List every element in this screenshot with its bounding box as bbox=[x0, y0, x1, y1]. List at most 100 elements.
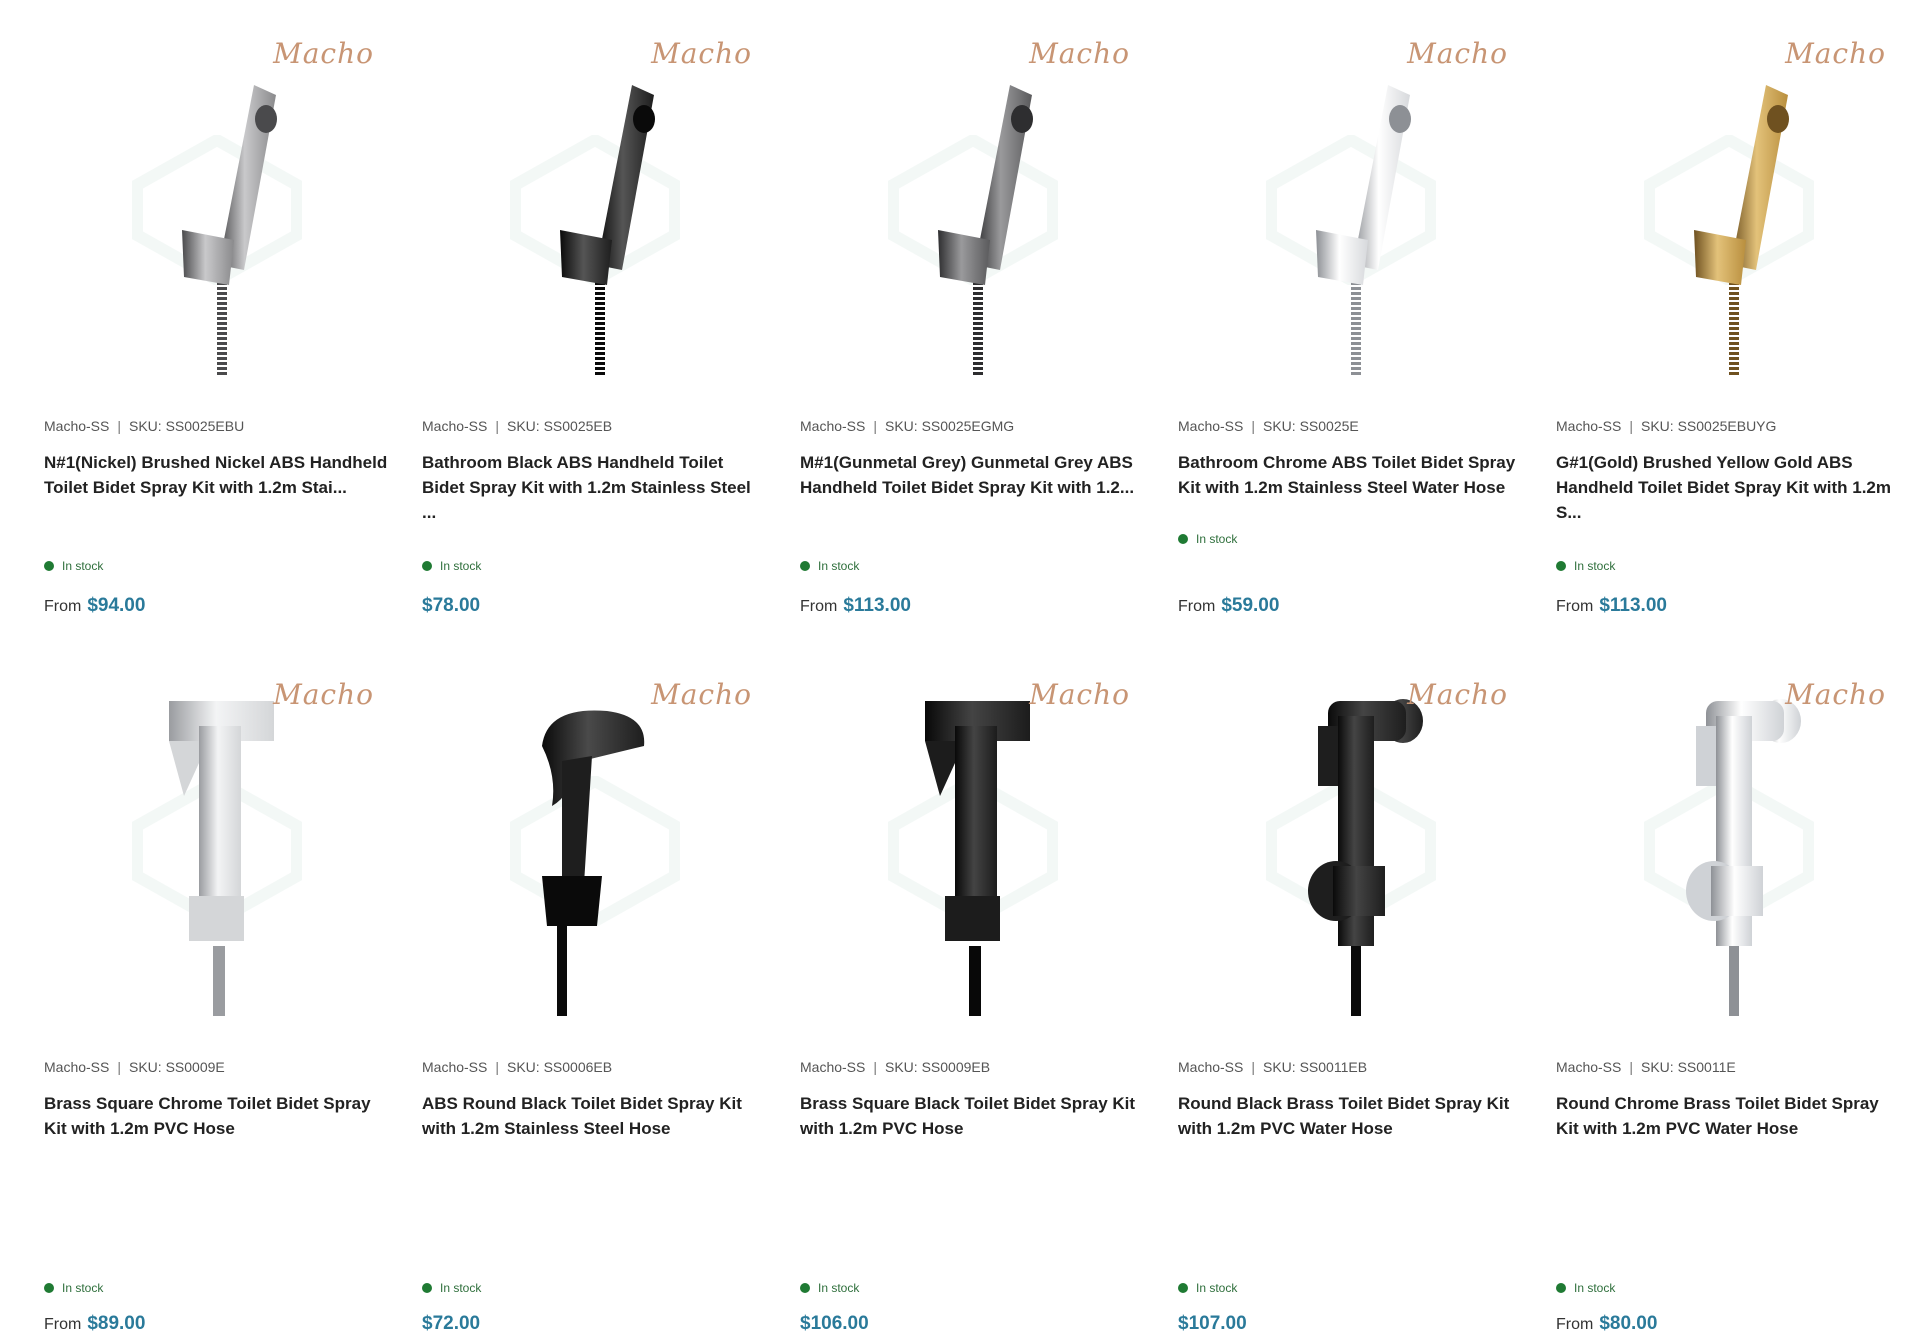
product-image[interactable] bbox=[44, 25, 384, 375]
product-card[interactable]: Macho Macho-SS | SKU: SS0025EBU N#1(Nickel) … bbox=[44, 25, 400, 625]
stock-dot-icon bbox=[44, 1283, 54, 1293]
product-meta: Macho-SS | SKU: SS0025EGMG bbox=[800, 418, 1014, 434]
product-image-box[interactable]: Macho bbox=[1556, 25, 1896, 375]
product-image[interactable] bbox=[1556, 666, 1896, 1016]
sku-value: SS0025EB bbox=[543, 418, 613, 434]
product-meta: Macho-SS | SKU: SS0009EB bbox=[800, 1059, 990, 1075]
product-image-box[interactable]: Macho bbox=[800, 25, 1140, 375]
sku-value: SS0025EBUYG bbox=[1677, 418, 1777, 434]
stock-status: In stock bbox=[1556, 559, 1615, 573]
product-image[interactable] bbox=[1178, 666, 1518, 1016]
price-from-label: From bbox=[44, 1316, 82, 1333]
product-image-box[interactable]: Macho bbox=[422, 666, 762, 1016]
sku-value: SS0025E bbox=[1299, 418, 1359, 434]
product-card[interactable]: Macho Macho-SS | SKU: SS0009EB Brass Square … bbox=[800, 666, 1156, 1334]
product-card[interactable]: Macho Macho-SS | SKU: SS0009E Brass Square C… bbox=[44, 666, 400, 1334]
sku-value: SS0011EB bbox=[1299, 1059, 1368, 1075]
stock-status: In stock bbox=[44, 559, 103, 573]
stock-status: In stock bbox=[1178, 532, 1237, 546]
stock-dot-icon bbox=[1556, 561, 1566, 571]
stock-status: In stock bbox=[800, 559, 859, 573]
product-image[interactable] bbox=[44, 666, 384, 1016]
brand-logo: Macho bbox=[273, 37, 374, 70]
product-image-box[interactable]: Macho bbox=[422, 25, 762, 375]
price-row: From $113.00 bbox=[800, 595, 911, 617]
sku-label: SKU: bbox=[885, 1059, 918, 1075]
product-image-box[interactable]: Macho bbox=[1178, 666, 1518, 1016]
stock-dot-icon bbox=[44, 561, 54, 571]
price-amount: $107.00 bbox=[1178, 1313, 1247, 1334]
product-image-box[interactable]: Macho bbox=[1178, 25, 1518, 375]
price-amount: $113.00 bbox=[843, 595, 911, 616]
product-card[interactable]: Macho Macho-SS | SKU: SS0025EGMG M#1(Gunmeta… bbox=[800, 25, 1156, 625]
product-title-link[interactable]: Brass Square Chrome Toilet Bidet Spray K… bbox=[44, 1091, 389, 1141]
product-image[interactable] bbox=[800, 25, 1140, 375]
product-card[interactable]: Macho Macho-SS | SKU: SS0011EB Round Black B… bbox=[1178, 666, 1534, 1334]
price-row: From $113.00 bbox=[1556, 595, 1667, 617]
stock-status: In stock bbox=[1178, 1281, 1237, 1295]
sku-value: SS0009EB bbox=[921, 1059, 991, 1075]
price-from-label: From bbox=[44, 598, 82, 615]
product-title-link[interactable]: ABS Round Black Toilet Bidet Spray Kit w… bbox=[422, 1091, 767, 1141]
product-card[interactable]: Macho Macho-SS | SKU: SS0011E Round Chrome B… bbox=[1556, 666, 1912, 1334]
product-title-link[interactable]: Bathroom Chrome ABS Toilet Bidet Spray K… bbox=[1178, 450, 1523, 500]
vendor-label: Macho-SS bbox=[800, 418, 866, 434]
product-image[interactable] bbox=[1178, 25, 1518, 375]
product-image[interactable] bbox=[800, 666, 1140, 1016]
vendor-label: Macho-SS bbox=[1178, 418, 1244, 434]
stock-dot-icon bbox=[1178, 1283, 1188, 1293]
price-amount: $89.00 bbox=[87, 1313, 146, 1334]
stock-text: In stock bbox=[818, 559, 860, 573]
meta-separator: | bbox=[117, 418, 121, 434]
product-image-box[interactable]: Macho bbox=[1556, 666, 1896, 1016]
price-amount: $78.00 bbox=[422, 595, 481, 616]
meta-separator: | bbox=[1629, 1059, 1633, 1075]
product-title-link[interactable]: N#1(Nickel) Brushed Nickel ABS Handheld … bbox=[44, 450, 389, 500]
sku-value: SS0025EBU bbox=[165, 418, 245, 434]
stock-status: In stock bbox=[1556, 1281, 1615, 1295]
product-title-link[interactable]: M#1(Gunmetal Grey) Gunmetal Grey ABS Han… bbox=[800, 450, 1145, 500]
sku-label: SKU: bbox=[507, 1059, 540, 1075]
product-image[interactable] bbox=[1556, 25, 1896, 375]
product-meta: Macho-SS | SKU: SS0009E bbox=[44, 1059, 225, 1075]
meta-separator: | bbox=[495, 1059, 499, 1075]
meta-separator: | bbox=[1251, 418, 1255, 434]
sku-value: SS0025EGMG bbox=[921, 418, 1015, 434]
product-title-link[interactable]: Round Black Brass Toilet Bidet Spray Kit… bbox=[1178, 1091, 1523, 1141]
stock-text: In stock bbox=[440, 1281, 482, 1295]
price-amount: $80.00 bbox=[1599, 1313, 1658, 1334]
product-card[interactable]: Macho Macho-SS | SKU: SS0025E Bathroom Chrom… bbox=[1178, 25, 1534, 625]
brand-logo: Macho bbox=[1785, 678, 1886, 711]
stock-dot-icon bbox=[800, 1283, 810, 1293]
product-meta: Macho-SS | SKU: SS0025EBU bbox=[44, 418, 244, 434]
product-image[interactable] bbox=[422, 25, 762, 375]
product-title-link[interactable]: Round Chrome Brass Toilet Bidet Spray Ki… bbox=[1556, 1091, 1901, 1141]
sku-label: SKU: bbox=[885, 418, 918, 434]
product-meta: Macho-SS | SKU: SS0011EB bbox=[1178, 1059, 1367, 1075]
meta-separator: | bbox=[1629, 418, 1633, 434]
product-meta: Macho-SS | SKU: SS0025EB bbox=[422, 418, 612, 434]
product-image-box[interactable]: Macho bbox=[44, 25, 384, 375]
brand-logo: Macho bbox=[1407, 37, 1508, 70]
price-from-label: From bbox=[800, 598, 838, 615]
product-image[interactable] bbox=[422, 666, 762, 1016]
product-title-link[interactable]: G#1(Gold) Brushed Yellow Gold ABS Handhe… bbox=[1556, 450, 1901, 525]
stock-status: In stock bbox=[44, 1281, 103, 1295]
product-image-box[interactable]: Macho bbox=[44, 666, 384, 1016]
price-amount: $59.00 bbox=[1221, 595, 1280, 616]
product-card[interactable]: Macho Macho-SS | SKU: SS0025EB Bathroom Blac… bbox=[422, 25, 778, 625]
product-card[interactable]: Macho Macho-SS | SKU: SS0006EB ABS Round Bla… bbox=[422, 666, 778, 1334]
stock-status: In stock bbox=[422, 1281, 481, 1295]
sku-label: SKU: bbox=[129, 1059, 162, 1075]
sku-label: SKU: bbox=[129, 418, 162, 434]
vendor-label: Macho-SS bbox=[44, 418, 110, 434]
vendor-label: Macho-SS bbox=[1178, 1059, 1244, 1075]
brand-logo: Macho bbox=[651, 37, 752, 70]
product-title-link[interactable]: Bathroom Black ABS Handheld Toilet Bidet… bbox=[422, 450, 767, 525]
product-meta: Macho-SS | SKU: SS0006EB bbox=[422, 1059, 612, 1075]
brand-logo: Macho bbox=[651, 678, 752, 711]
product-image-box[interactable]: Macho bbox=[800, 666, 1140, 1016]
product-card[interactable]: Macho Macho-SS | SKU: SS0025EBUYG G#1(Gold) … bbox=[1556, 25, 1912, 625]
product-title-link[interactable]: Brass Square Black Toilet Bidet Spray Ki… bbox=[800, 1091, 1145, 1141]
sku-value: SS0006EB bbox=[543, 1059, 613, 1075]
